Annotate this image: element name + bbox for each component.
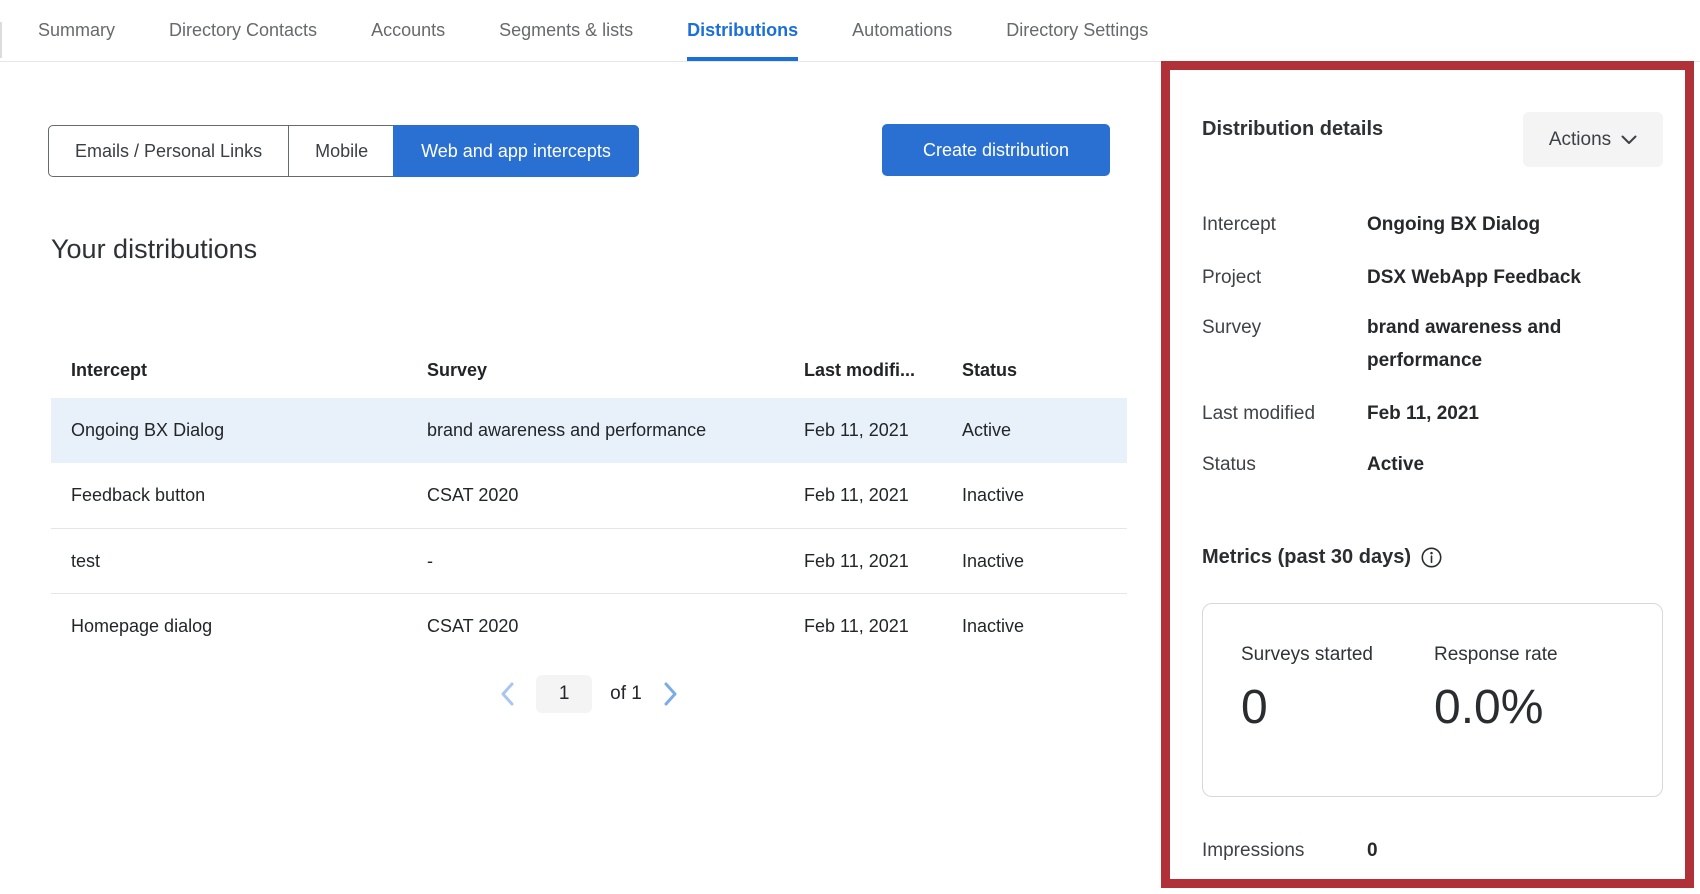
table-row[interactable]: Feedback button CSAT 2020 Feb 11, 2021 I…: [51, 463, 1127, 528]
tab-distributions[interactable]: Distributions: [687, 0, 798, 61]
distribution-details-panel-highlight: Distribution details Actions Intercept O…: [1161, 61, 1694, 888]
detail-field-last-modified: Last modified Feb 11, 2021: [1202, 397, 1672, 430]
detail-field-project: Project DSX WebApp Feedback: [1202, 261, 1672, 294]
distributions-table: Intercept Survey Last modifi... Status O…: [51, 342, 1127, 658]
metric-surveys-started: Surveys started 0: [1241, 644, 1373, 735]
field-value: Feb 11, 2021: [1367, 397, 1647, 430]
chevron-down-icon: [1621, 135, 1637, 145]
detail-field-status: Status Active: [1202, 448, 1672, 481]
distribution-details-panel: Distribution details Actions Intercept O…: [1170, 70, 1685, 879]
column-header-intercept: Intercept: [51, 360, 427, 381]
metrics-heading: Metrics (past 30 days): [1202, 546, 1442, 569]
create-distribution-button[interactable]: Create distribution: [882, 124, 1110, 176]
field-label: Status: [1202, 448, 1367, 481]
tab-directory-settings[interactable]: Directory Settings: [1006, 0, 1148, 61]
tab-accounts[interactable]: Accounts: [371, 0, 445, 61]
pagination: 1 of 1: [51, 675, 1127, 713]
segment-mobile[interactable]: Mobile: [288, 126, 394, 176]
detail-field-intercept: Intercept Ongoing BX Dialog: [1202, 208, 1672, 241]
cell-survey: brand awareness and performance: [427, 420, 804, 441]
cell-status: Inactive: [962, 485, 1127, 506]
cell-status: Active: [962, 420, 1127, 441]
field-label: Impressions: [1202, 837, 1367, 865]
info-icon[interactable]: [1421, 547, 1442, 568]
column-header-survey: Survey: [427, 360, 804, 381]
cell-last-modified: Feb 11, 2021: [804, 616, 962, 637]
metric-value: 0: [1241, 680, 1373, 735]
tab-summary[interactable]: Summary: [38, 0, 115, 61]
metric-value: 0.0%: [1434, 680, 1558, 735]
field-value: brand awareness and performance: [1367, 311, 1647, 377]
cell-status: Inactive: [962, 616, 1127, 637]
field-value: DSX WebApp Feedback: [1367, 261, 1647, 294]
table-row[interactable]: Homepage dialog CSAT 2020 Feb 11, 2021 I…: [51, 593, 1127, 658]
cell-survey: CSAT 2020: [427, 616, 804, 637]
previous-page-icon[interactable]: [496, 681, 518, 707]
table-row[interactable]: Ongoing BX Dialog brand awareness and pe…: [51, 398, 1127, 463]
cell-last-modified: Feb 11, 2021: [804, 420, 962, 441]
metrics-card: Surveys started 0 Response rate 0.0%: [1202, 603, 1663, 797]
left-edge-divider: [0, 22, 2, 58]
field-label: Last modified: [1202, 397, 1367, 430]
actions-button-label: Actions: [1549, 129, 1611, 151]
column-header-status: Status: [962, 360, 1127, 381]
distribution-type-segmented-control: Emails / Personal Links Mobile Web and a…: [48, 125, 639, 177]
field-label: Project: [1202, 261, 1367, 294]
field-label: Survey: [1202, 311, 1367, 377]
metrics-heading-label: Metrics (past 30 days): [1202, 546, 1411, 569]
page-title: Your distributions: [51, 234, 257, 265]
actions-button[interactable]: Actions: [1523, 112, 1663, 167]
cell-status: Inactive: [962, 551, 1127, 572]
page-count-label: of 1: [610, 683, 642, 705]
tab-automations[interactable]: Automations: [852, 0, 952, 61]
current-page-indicator[interactable]: 1: [536, 675, 592, 713]
detail-field-survey: Survey brand awareness and performance: [1202, 311, 1672, 377]
column-header-last-modified: Last modifi...: [804, 360, 962, 381]
field-label: Intercept: [1202, 208, 1367, 241]
top-nav: Summary Directory Contacts Accounts Segm…: [0, 0, 1700, 62]
cell-last-modified: Feb 11, 2021: [804, 551, 962, 572]
next-page-icon[interactable]: [660, 681, 682, 707]
metric-label: Surveys started: [1241, 644, 1373, 666]
cell-last-modified: Feb 11, 2021: [804, 485, 962, 506]
tab-segments-lists[interactable]: Segments & lists: [499, 0, 633, 61]
tab-directory-contacts[interactable]: Directory Contacts: [169, 0, 317, 61]
panel-title: Distribution details: [1202, 118, 1383, 141]
directory-distributions-screen: Summary Directory Contacts Accounts Segm…: [0, 0, 1700, 894]
cell-intercept: Feedback button: [51, 485, 427, 506]
cell-survey: -: [427, 551, 804, 572]
field-value: Active: [1367, 448, 1647, 481]
segment-web-app-intercepts[interactable]: Web and app intercepts: [393, 125, 639, 177]
field-value: Ongoing BX Dialog: [1367, 208, 1647, 241]
cell-survey: CSAT 2020: [427, 485, 804, 506]
table-header-row: Intercept Survey Last modifi... Status: [51, 342, 1127, 398]
cell-intercept: Homepage dialog: [51, 616, 427, 637]
metric-response-rate: Response rate 0.0%: [1434, 644, 1558, 735]
field-value: 0: [1367, 837, 1378, 865]
cell-intercept: test: [51, 551, 427, 572]
cell-intercept: Ongoing BX Dialog: [51, 420, 427, 441]
segment-emails-personal-links[interactable]: Emails / Personal Links: [49, 126, 288, 176]
metric-label: Response rate: [1434, 644, 1558, 666]
detail-field-impressions: Impressions 0: [1202, 837, 1378, 865]
table-row[interactable]: test - Feb 11, 2021 Inactive: [51, 528, 1127, 593]
